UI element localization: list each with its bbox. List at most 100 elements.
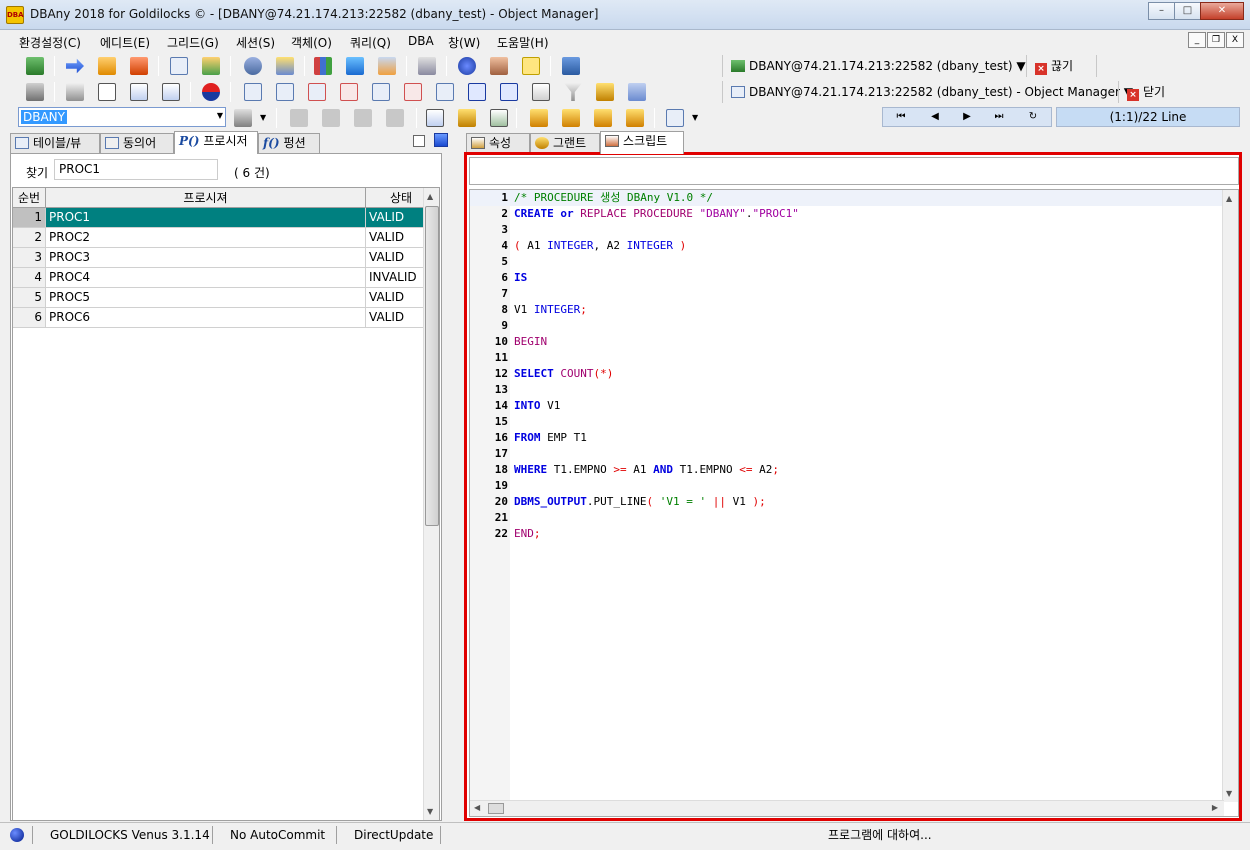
refresh-button[interactable]: ↻ <box>1025 110 1041 124</box>
tools-icon[interactable] <box>26 83 44 101</box>
page-icon[interactable] <box>98 83 116 101</box>
procedure-name[interactable]: PROC3 <box>46 248 366 267</box>
arrow-right-icon[interactable] <box>66 58 84 74</box>
next-record-button[interactable]: ▶ <box>959 110 975 124</box>
last-record-button[interactable]: ⏭ <box>991 110 1007 124</box>
procedure-name[interactable]: PROC6 <box>46 308 366 327</box>
font-size-icon[interactable] <box>130 83 148 101</box>
filter-checkbox[interactable] <box>413 135 425 147</box>
grid-options-icon[interactable] <box>666 109 684 127</box>
scroll-thumb[interactable] <box>425 206 439 526</box>
table-row[interactable]: 4 PROC4 INVALID <box>13 268 437 288</box>
table-row[interactable]: 5 PROC5 VALID <box>13 288 437 308</box>
editor-vertical-scrollbar[interactable]: ▲ ▼ <box>1222 190 1238 802</box>
scroll-down-icon[interactable]: ▼ <box>427 807 433 816</box>
list-icon[interactable] <box>170 57 188 75</box>
scroll-right-icon[interactable]: ▶ <box>1212 803 1218 812</box>
tab-script[interactable]: 스크립트 <box>600 131 684 154</box>
menu-settings[interactable]: 환경설정(C) <box>19 34 81 51</box>
table-export-icon[interactable] <box>404 83 422 101</box>
copy-icon[interactable] <box>426 109 444 127</box>
menu-edit[interactable]: 에디트(E) <box>100 34 150 51</box>
row-first-icon[interactable] <box>290 109 308 127</box>
menu-grid[interactable]: 그리드(G) <box>167 34 219 51</box>
sort-icon[interactable] <box>532 83 550 101</box>
procedure-name[interactable]: PROC1 <box>46 208 366 227</box>
sum-icon[interactable] <box>468 83 486 101</box>
close-button[interactable]: ✕ <box>1200 2 1244 20</box>
package-icon[interactable] <box>490 57 508 75</box>
tab-synonyms[interactable]: 동의어 <box>100 133 174 153</box>
tab-procedures[interactable]: P() 프로시저 <box>174 131 258 154</box>
row-insert-icon[interactable] <box>322 109 340 127</box>
table-row[interactable]: 3 PROC3 VALID <box>13 248 437 268</box>
procedure-name[interactable]: PROC5 <box>46 288 366 307</box>
excel-icon[interactable] <box>594 109 612 127</box>
database-select[interactable]: DBANY ▼ <box>18 107 226 127</box>
record-icon[interactable] <box>202 83 220 101</box>
column-header-num[interactable]: 순번 <box>13 188 46 208</box>
import-icon[interactable] <box>562 109 580 127</box>
table-copy-icon[interactable] <box>436 83 454 101</box>
scroll-down-icon[interactable]: ▼ <box>1226 789 1232 798</box>
maximize-button[interactable]: □ <box>1174 2 1201 20</box>
scroll-up-icon[interactable]: ▲ <box>1226 194 1232 203</box>
row-delete-icon[interactable] <box>354 109 372 127</box>
procedure-name[interactable]: PROC4 <box>46 268 366 287</box>
paste-icon[interactable] <box>458 109 476 127</box>
font-icon[interactable] <box>162 83 180 101</box>
prev-record-button[interactable]: ◀ <box>927 110 943 124</box>
table-edit-icon[interactable] <box>308 83 326 101</box>
column-header-procedure[interactable]: 프로시져 <box>46 188 366 208</box>
table-row[interactable]: 6 PROC6 VALID <box>13 308 437 328</box>
connection-selector[interactable]: DBANY@74.21.174.213:22582 (dbany_test) ▼ <box>722 55 1026 77</box>
menu-dba[interactable]: DBA <box>408 34 434 48</box>
find-input[interactable]: PROC1 <box>54 159 218 180</box>
sigma-icon[interactable] <box>500 83 518 101</box>
window-icon[interactable] <box>628 83 646 101</box>
bar-chart-icon[interactable] <box>314 57 332 75</box>
menu-object[interactable]: 객체(O) <box>291 34 332 51</box>
check-icon[interactable] <box>490 109 508 127</box>
table-row[interactable]: 1 PROC1 VALID <box>13 208 437 228</box>
download-icon[interactable] <box>130 57 148 75</box>
menu-help[interactable]: 도움말(H) <box>497 34 549 51</box>
menu-window[interactable]: 창(W) <box>448 34 480 51</box>
dba-icon[interactable] <box>522 57 540 75</box>
about-program[interactable]: 프로그램에 대하여... <box>828 827 932 843</box>
monitor-icon[interactable] <box>346 57 364 75</box>
pin-icon[interactable] <box>434 133 448 147</box>
disconnect-button[interactable]: × 끊기 <box>1026 55 1073 77</box>
scroll-up-icon[interactable]: ▲ <box>427 192 433 201</box>
script-editor[interactable]: 1/* PROCEDURE 생성 DBAny V1.0 */ 2 CREATE o… <box>469 189 1239 817</box>
table-icon[interactable] <box>244 83 262 101</box>
exit-icon[interactable] <box>562 57 580 75</box>
table-delete-icon[interactable] <box>340 83 358 101</box>
security-icon[interactable] <box>276 57 294 75</box>
report-icon[interactable] <box>378 57 396 75</box>
connect-icon[interactable] <box>26 57 44 75</box>
scroll-thumb[interactable] <box>488 803 504 814</box>
mdi-minimize-button[interactable]: _ <box>1188 32 1206 48</box>
upload-icon[interactable] <box>98 57 116 75</box>
text-export-icon[interactable] <box>626 109 644 127</box>
window-selector[interactable]: DBANY@74.21.174.213:22582 (dbany_test) -… <box>722 81 1133 103</box>
mdi-close-button[interactable]: X <box>1226 32 1244 48</box>
first-record-button[interactable]: ⏮ <box>893 110 909 124</box>
help-icon[interactable] <box>458 57 476 75</box>
grid-scrollbar[interactable]: ▲ ▼ <box>423 188 439 820</box>
print-icon[interactable] <box>66 83 84 101</box>
tab-properties[interactable]: 속성 <box>466 133 530 153</box>
menu-query[interactable]: 쿼리(Q) <box>350 34 391 51</box>
tab-functions[interactable]: f() 펑션 <box>258 133 320 153</box>
find-icon[interactable] <box>418 57 436 75</box>
chevron-down-icon[interactable]: ▼ <box>260 109 270 127</box>
sql-icon[interactable] <box>202 57 220 75</box>
tab-grants[interactable]: 그랜트 <box>530 133 600 153</box>
row-save-icon[interactable] <box>386 109 404 127</box>
scroll-left-icon[interactable]: ◀ <box>474 803 480 812</box>
table-row[interactable]: 2 PROC2 VALID <box>13 228 437 248</box>
minimize-button[interactable]: – <box>1148 2 1175 20</box>
procedure-name[interactable]: PROC2 <box>46 228 366 247</box>
users-icon[interactable] <box>244 57 262 75</box>
